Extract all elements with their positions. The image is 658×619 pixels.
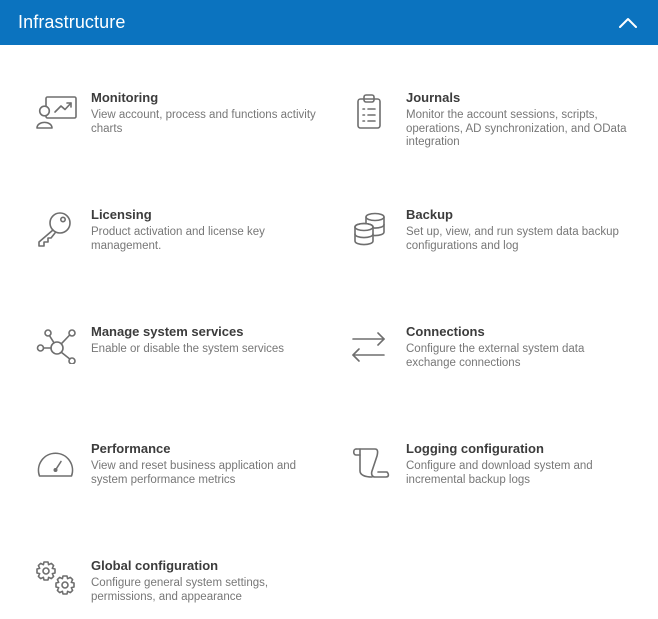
item-title: Performance bbox=[91, 441, 171, 456]
item-monitoring[interactable]: Monitoring View account, process and fun… bbox=[36, 90, 326, 170]
item-backup[interactable]: Backup Set up, view, and run system data… bbox=[351, 207, 641, 287]
item-description: Configure the external system data excha… bbox=[406, 343, 585, 369]
network-icon bbox=[36, 324, 80, 365]
item-title: Backup bbox=[406, 207, 453, 222]
item-licensing[interactable]: Licensing Product activation and license… bbox=[36, 207, 326, 287]
item-title: Logging configuration bbox=[406, 441, 544, 456]
item-description: Product activation and license key manag… bbox=[91, 226, 265, 252]
item-title: Connections bbox=[406, 324, 485, 339]
item-description: Configure and download system and increm… bbox=[406, 460, 593, 486]
item-title: Global configuration bbox=[91, 558, 219, 573]
monitoring-icon bbox=[36, 90, 80, 130]
section-header[interactable]: Infrastructure bbox=[0, 0, 658, 45]
item-description: Configure general system settings, permi… bbox=[91, 577, 269, 603]
gauge-icon bbox=[36, 441, 80, 481]
item-global-configuration[interactable]: Global configuration Configure general s… bbox=[36, 558, 326, 619]
item-connections[interactable]: Connections Configure the external syste… bbox=[351, 324, 641, 404]
item-title: Licensing bbox=[91, 207, 152, 222]
journals-icon bbox=[351, 90, 395, 130]
item-manage-system-services[interactable]: Manage system services Enable or disable… bbox=[36, 324, 326, 404]
item-title: Manage system services bbox=[91, 324, 244, 339]
item-journals[interactable]: Journals Monitor the account sessions, s… bbox=[351, 90, 641, 170]
item-title: Monitoring bbox=[91, 90, 159, 105]
chevron-up-icon[interactable] bbox=[616, 11, 640, 35]
key-icon bbox=[36, 207, 80, 247]
scroll-icon bbox=[351, 441, 395, 481]
item-description: Monitor the account sessions, scripts, o… bbox=[406, 109, 627, 148]
section-title: Infrastructure bbox=[18, 12, 126, 32]
exchange-arrows-icon bbox=[351, 324, 395, 364]
database-icon bbox=[351, 207, 395, 247]
gears-icon bbox=[36, 558, 80, 598]
item-logging-configuration[interactable]: Logging configuration Configure and down… bbox=[351, 441, 641, 521]
infrastructure-panel: Infrastructure Monitoring View account, … bbox=[0, 0, 658, 619]
item-description: Set up, view, and run system data backup… bbox=[406, 226, 619, 252]
item-description: View account, process and functions acti… bbox=[91, 109, 316, 135]
item-description: Enable or disable the system services bbox=[91, 343, 285, 355]
item-description: View and reset business application and … bbox=[91, 460, 297, 486]
item-performance[interactable]: Performance View and reset business appl… bbox=[36, 441, 326, 521]
item-title: Journals bbox=[406, 90, 461, 105]
